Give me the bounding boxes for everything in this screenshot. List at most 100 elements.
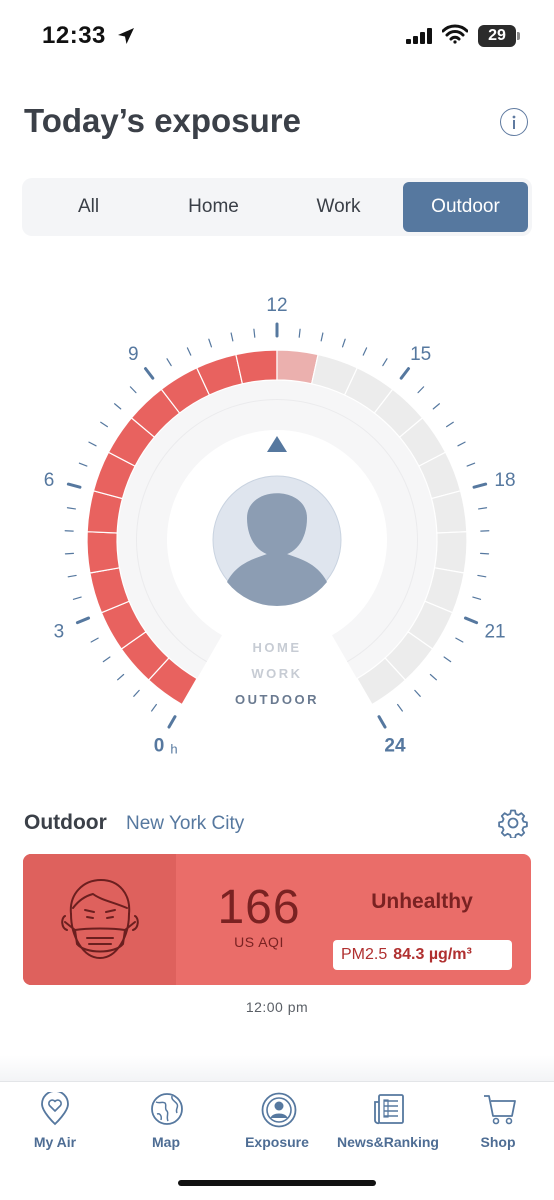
nav-my-air[interactable]: My Air	[0, 1082, 110, 1162]
minor-tick	[186, 347, 192, 356]
minor-tick	[446, 421, 454, 428]
minor-tick	[341, 338, 346, 348]
battery-nub	[517, 32, 520, 40]
minor-tick	[362, 347, 368, 356]
major-tick	[75, 616, 91, 625]
mode-label-outdoor: OUTDOOR	[235, 692, 319, 707]
minor-tick	[129, 386, 137, 394]
minor-tick	[429, 673, 437, 681]
minor-tick	[477, 574, 487, 578]
minor-tick	[320, 332, 324, 342]
person-circle-icon	[261, 1092, 297, 1128]
hour-label: 12	[266, 295, 287, 316]
aqi-unit: US AQI	[234, 934, 284, 950]
minor-tick	[472, 596, 482, 600]
minor-tick	[66, 507, 76, 510]
dial-pointer-icon	[267, 436, 287, 452]
dial-graphic: 0 h 3 6 9 12 15 18 21 24	[44, 295, 516, 756]
minor-tick	[88, 441, 97, 447]
minor-tick	[151, 703, 157, 712]
minor-tick	[133, 689, 140, 697]
minor-tick	[90, 637, 99, 643]
home-indicator	[178, 1180, 376, 1186]
minor-tick	[230, 332, 234, 342]
battery-level: 29	[488, 27, 506, 44]
page-title: Today’s exposure	[24, 102, 301, 139]
nav-label-exposure: Exposure	[245, 1134, 309, 1150]
cellular-signal-icon	[406, 28, 432, 44]
major-tick	[377, 715, 387, 729]
tab-home[interactable]: Home	[151, 182, 276, 232]
major-tick	[399, 367, 410, 380]
aqi-status: Unhealthy	[371, 890, 473, 913]
wifi-icon	[442, 24, 468, 44]
minor-tick	[208, 338, 213, 348]
hour-label: 6	[44, 470, 55, 491]
info-button[interactable]	[500, 108, 528, 136]
hour-label: 3	[54, 621, 65, 642]
aqi-value: 166	[217, 881, 301, 934]
minor-tick	[253, 328, 256, 338]
info-icon	[512, 115, 516, 129]
minor-tick	[298, 328, 301, 338]
minor-tick	[382, 358, 388, 367]
location-arrow-icon	[118, 28, 134, 44]
tab-work[interactable]: Work	[276, 182, 401, 232]
mode-label-work: WORK	[251, 666, 303, 681]
settings-button[interactable]	[498, 808, 528, 840]
outdoor-city[interactable]: New York City	[126, 813, 244, 835]
hour-label: 24	[384, 735, 406, 756]
hour-label: 0	[154, 735, 165, 756]
pollutant-chip: PM2.5 84.3 µg/m³	[333, 940, 512, 970]
nav-label-map: Map	[152, 1134, 180, 1150]
battery-icon: 29	[478, 25, 516, 47]
hour-segment	[86, 531, 121, 574]
minor-tick	[100, 421, 108, 428]
nav-shop[interactable]: Shop	[443, 1082, 553, 1162]
minor-tick	[78, 462, 88, 467]
major-tick	[472, 482, 488, 489]
divider-band	[0, 1055, 554, 1081]
minor-tick	[417, 386, 425, 394]
minor-tick	[102, 656, 111, 663]
face-mask-icon	[61, 879, 139, 959]
newspaper-icon	[374, 1094, 404, 1125]
tab-all[interactable]: All	[26, 182, 151, 232]
hour-segment	[433, 531, 468, 574]
hour-unit-label: h	[170, 741, 177, 756]
minor-tick	[72, 596, 82, 600]
heart-pin-icon	[41, 1092, 69, 1126]
pollutant-concentration: 84.3 µg/m³	[393, 946, 472, 963]
minor-tick	[64, 552, 75, 555]
minor-tick	[113, 403, 122, 410]
hour-label: 9	[128, 344, 139, 365]
gear-icon	[498, 809, 528, 840]
minor-tick	[455, 637, 464, 643]
nav-news-ranking[interactable]: News&Ranking	[333, 1082, 443, 1162]
minor-tick	[443, 656, 452, 663]
nav-label-news-ranking: News&Ranking	[337, 1134, 439, 1150]
major-tick	[463, 616, 479, 625]
tab-outdoor[interactable]: Outdoor	[403, 182, 528, 232]
hour-label: 15	[410, 344, 431, 365]
minor-tick	[478, 507, 488, 510]
status-time: 12:33	[42, 22, 106, 49]
minor-tick	[466, 462, 476, 467]
major-tick	[66, 482, 82, 489]
hour-label: 18	[494, 470, 515, 491]
exposure-segmented-control: All Home Work Outdoor	[22, 178, 532, 236]
pollutant-name: PM2.5	[341, 946, 388, 963]
cart-icon	[484, 1095, 516, 1125]
nav-label-shop: Shop	[480, 1134, 516, 1150]
minor-tick	[414, 689, 421, 697]
nav-exposure[interactable]: Exposure	[222, 1082, 332, 1162]
major-tick	[167, 715, 177, 729]
minor-tick	[479, 552, 490, 555]
aqi-card[interactable]: 166 US AQI Unhealthy PM2.5 84.3 µg/m³	[23, 854, 531, 985]
hour-segment	[430, 490, 468, 534]
minor-tick	[166, 358, 172, 367]
nav-label-my-air: My Air	[33, 1134, 77, 1150]
nav-map[interactable]: Map	[111, 1082, 221, 1162]
outdoor-section-title: Outdoor	[24, 811, 107, 834]
minor-tick	[432, 403, 441, 410]
